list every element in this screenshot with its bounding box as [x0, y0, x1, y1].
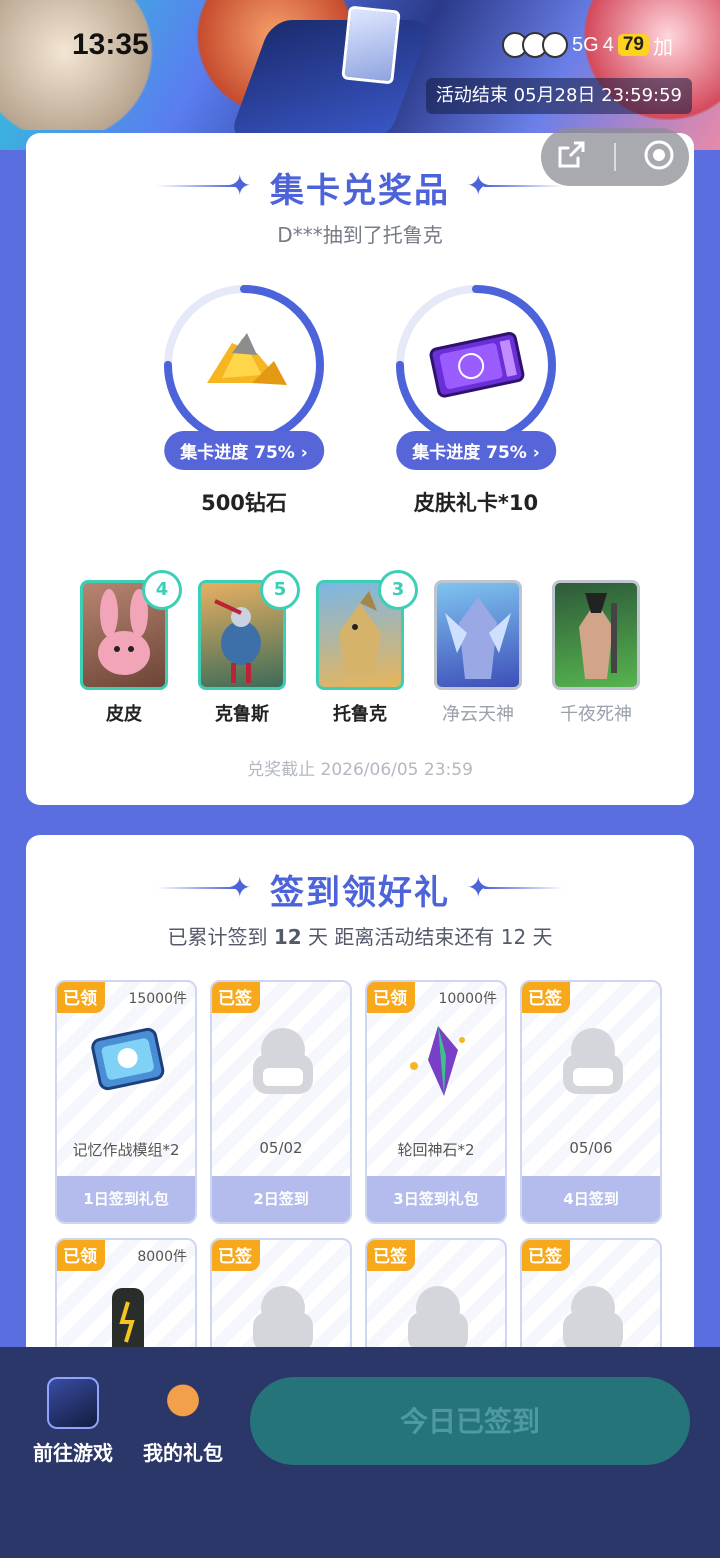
capsule-device-icon: [112, 1288, 144, 1358]
status-tag: 已签: [522, 982, 570, 1013]
my-gifts-button[interactable]: 我的礼包: [128, 1377, 238, 1466]
collect-card[interactable]: 净云天神: [430, 580, 526, 726]
progress-pill[interactable]: 集卡进度 75% ›: [396, 431, 556, 470]
card-name: 千夜死神: [560, 704, 632, 725]
prize-name: 500钻石: [201, 491, 287, 515]
card-name: 净云天神: [442, 704, 514, 725]
signin-day-card[interactable]: 已签 05/06 4日签到: [520, 980, 662, 1224]
status-tag: 已领: [57, 982, 105, 1013]
signed-today-button[interactable]: 今日已签到: [250, 1377, 690, 1465]
progress-pill[interactable]: 集卡进度 75% ›: [164, 431, 324, 470]
draw-broadcast: D***抽到了托鲁克: [277, 223, 443, 247]
battery-icon: 79: [617, 34, 649, 56]
card-count-badge: 5: [260, 570, 300, 610]
card-name: 皮皮: [106, 704, 142, 725]
exchange-deadline: 兑奖截止 2026/06/05 23:59: [247, 760, 473, 780]
prize-item[interactable]: 集卡进度 75% › 皮肤礼卡*10: [391, 283, 561, 517]
card-count-badge: 3: [378, 570, 418, 610]
event-end-time: 活动结束 05月28日 23:59:59: [425, 78, 692, 114]
status-icons: 5G 4 79 加: [502, 30, 673, 60]
stock-count: 15000件: [128, 991, 187, 1007]
gift-fox-icon: [157, 1377, 209, 1429]
collect-card[interactable]: 3 托鲁克: [312, 570, 418, 726]
signin-summary: 已累计签到 12 天 距离活动结束还有 12 天: [167, 925, 553, 949]
signal-label: 4: [602, 33, 614, 56]
status-tag: 已签: [522, 1240, 570, 1271]
status-tag: 已签: [367, 1240, 415, 1271]
days-left: 12: [500, 925, 527, 949]
status-tag: 已签: [212, 982, 260, 1013]
placeholder-avatar-icon: [408, 1286, 468, 1352]
close-target-icon[interactable]: [642, 138, 676, 176]
collect-card[interactable]: 千夜死神: [548, 580, 644, 726]
day-footer: 4日签到: [522, 1176, 660, 1222]
collect-card[interactable]: 4 皮皮: [76, 570, 182, 726]
prize-item[interactable]: 集卡进度 75% › 500钻石: [159, 283, 329, 517]
collect-card[interactable]: 5 克鲁斯: [194, 570, 300, 726]
status-extra: 加: [652, 36, 673, 59]
game-app-icon: [47, 1377, 99, 1429]
status-tag: 已签: [212, 1240, 260, 1271]
placeholder-avatar-icon: [253, 1286, 313, 1352]
signin-panel: ✦ 签到领好礼 ✦ 已累计签到 12 天 距离活动结束还有 12 天 已领 15…: [26, 835, 694, 1395]
reward-label: 05/06: [569, 1139, 613, 1157]
miniapp-capsule: [541, 128, 689, 186]
network-label: 5G: [572, 33, 599, 56]
day-footer: 2日签到: [212, 1176, 350, 1222]
status-time: 13:35: [72, 28, 149, 61]
day-footer: 3日签到礼包: [367, 1176, 505, 1222]
banner-card-art: [341, 5, 401, 85]
signin-day-card[interactable]: 已领 15000件 记忆作战模组*2 1日签到礼包: [55, 980, 197, 1224]
stock-count: 8000件: [137, 1249, 187, 1265]
placeholder-avatar-icon: [253, 1028, 313, 1094]
bottom-action-bar: 前往游戏 我的礼包 今日已签到: [0, 1347, 720, 1558]
diamond-pile-icon: [207, 333, 287, 385]
day-footer: 1日签到礼包: [57, 1176, 195, 1222]
signin-day-card[interactable]: 已领 10000件 轮回神石*2 3日签到礼包: [365, 980, 507, 1224]
go-game-button[interactable]: 前往游戏: [18, 1377, 128, 1466]
status-tag: 已领: [367, 982, 415, 1013]
stock-count: 10000件: [438, 991, 497, 1007]
card-count-badge: 4: [142, 570, 182, 610]
status-tag: 已领: [57, 1240, 105, 1271]
crystal-icon: [410, 1026, 465, 1096]
reward-label: 记忆作战模组*2: [72, 1141, 180, 1159]
sparkle-icon: ✦: [228, 871, 254, 904]
prize-name: 皮肤礼卡*10: [413, 491, 539, 515]
reward-label: 轮回神石*2: [397, 1141, 475, 1159]
sparkle-icon: ✦: [228, 169, 254, 202]
notification-avatars-icon: [502, 32, 568, 58]
placeholder-avatar-icon: [563, 1028, 623, 1094]
signin-day-card[interactable]: 已签 05/02 2日签到: [210, 980, 352, 1224]
card-name: 托鲁克: [333, 704, 387, 725]
memory-module-icon: [91, 1027, 165, 1091]
share-icon[interactable]: [554, 138, 588, 176]
placeholder-avatar-icon: [563, 1286, 623, 1352]
reward-label: 05/02: [259, 1139, 303, 1157]
card-name: 克鲁斯: [215, 704, 269, 725]
signin-heading: ✦ 签到领好礼 ✦: [26, 865, 694, 914]
skin-card-icon: [429, 331, 525, 398]
days-signed: 12: [273, 925, 302, 949]
card-exchange-panel: ✦ 集卡兑奖品 ✦ D***抽到了托鲁克 集卡进度 75% › 500钻石 集卡…: [26, 133, 694, 805]
